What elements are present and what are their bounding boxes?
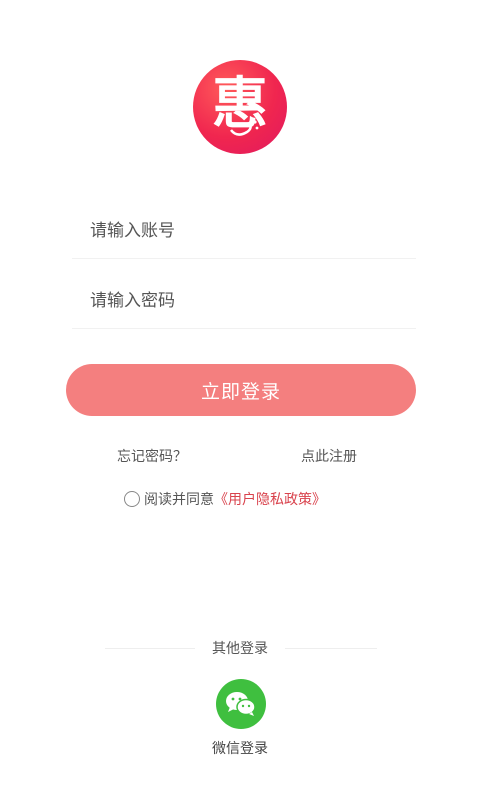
wechat-login-button[interactable] — [216, 679, 266, 729]
agree-radio[interactable] — [124, 491, 140, 507]
wechat-login-label: 微信登录 — [212, 741, 268, 757]
app-logo: 惠 — [193, 60, 287, 154]
agreement-row: 阅读并同意 《用户隐私政策》 — [124, 489, 326, 509]
privacy-policy-link[interactable]: 《用户隐私政策》 — [214, 489, 326, 509]
agreement-prefix: 阅读并同意 — [144, 492, 214, 508]
login-button-label: 立即登录 — [200, 380, 281, 403]
password-underline — [72, 328, 416, 329]
register-link[interactable]: 点此注册 — [301, 446, 357, 466]
logo-swirl-icon — [230, 116, 262, 136]
login-screen: 惠 立即登录 忘记密码？ 点此注册 阅读并同意 《用户隐私政策》 其他登录 — [0, 0, 480, 800]
password-input[interactable] — [72, 291, 416, 311]
account-input[interactable] — [72, 221, 416, 241]
wechat-icon — [226, 692, 256, 716]
forgot-password-link[interactable]: 忘记密码？ — [117, 446, 187, 466]
account-field[interactable] — [72, 204, 416, 258]
account-underline — [72, 258, 416, 259]
password-field[interactable] — [72, 274, 416, 328]
login-button[interactable]: 立即登录 — [66, 364, 416, 416]
other-login-title: 其他登录 — [212, 641, 268, 657]
